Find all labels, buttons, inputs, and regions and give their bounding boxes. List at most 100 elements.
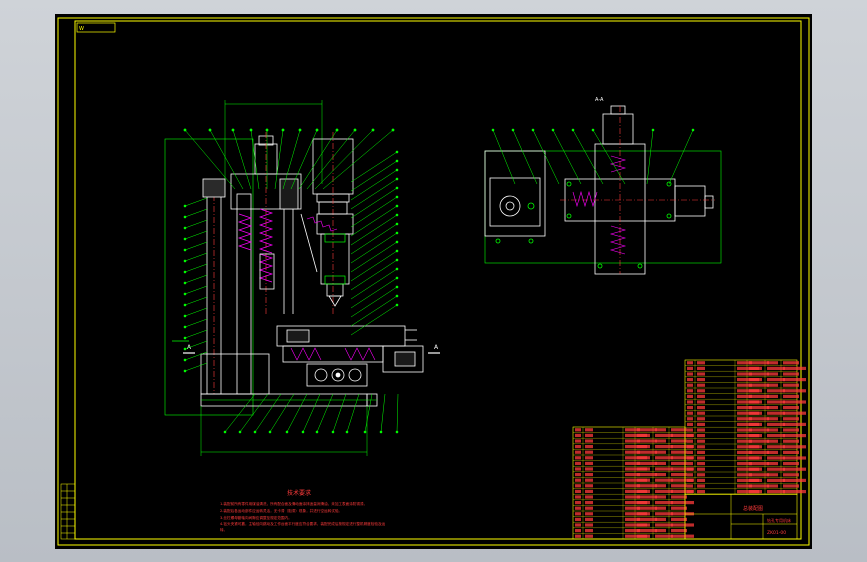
table-cell-text (749, 383, 769, 387)
tech-req-line-1: 1.装配前所有零件用煤油清洗，所有配合面及滑动面涂抹适量润滑油，未加工表面涂防锈… (220, 501, 367, 506)
table-cell-text (671, 501, 694, 505)
leader-dot (183, 369, 187, 373)
table-cell-text (655, 534, 673, 538)
leader-dot (183, 204, 187, 208)
leader-dot (395, 195, 399, 199)
table-cell-text (767, 366, 785, 370)
leader-line (286, 393, 308, 433)
table-cell-text (585, 484, 593, 488)
leader-dot (335, 128, 339, 132)
outer-frame (57, 17, 810, 546)
table-cell-text (767, 422, 785, 426)
parts-list-lower (572, 426, 694, 540)
leader-dot (691, 128, 695, 132)
table-cell-text (687, 428, 693, 432)
table-cell-text (697, 417, 705, 421)
table-cell-text (585, 456, 593, 460)
table-cell-text (783, 394, 799, 398)
table-cell-text (655, 439, 666, 443)
table-cell-text (637, 467, 650, 471)
table-cell-text (749, 439, 769, 443)
table-cell-text (585, 473, 593, 477)
table-cell-text (697, 383, 705, 387)
table-cell-text (575, 529, 581, 533)
leader-dot (395, 267, 399, 271)
leader-dot (183, 303, 187, 307)
leader-line (350, 214, 398, 246)
table-cell-text (697, 422, 705, 426)
leader-line (184, 219, 208, 229)
leader-dot (395, 276, 399, 280)
leader-line (350, 223, 398, 255)
view-label: A-A (595, 97, 604, 103)
table-cell-text (575, 517, 581, 521)
table-cell-text (749, 462, 769, 466)
table-cell-text (655, 501, 673, 505)
table-cell-text (585, 495, 593, 499)
table-cell-text (767, 400, 785, 404)
leader-dot (395, 249, 399, 253)
table-cell-text (783, 450, 799, 454)
technical-requirements: 技术要求 1.装配前所有零件用煤油清洗，所有配合面及滑动面涂抹适量润滑油，未加工… (220, 489, 386, 532)
table-cell-text (697, 467, 705, 471)
table-cell-text (697, 484, 705, 488)
leader-dot (268, 430, 272, 434)
table-cell-text (575, 478, 581, 482)
table-cell-text (637, 461, 657, 465)
table-cell-text (767, 490, 785, 494)
table-cell-text (749, 389, 762, 393)
table-cell-text (637, 512, 650, 516)
balloon-leaders-left (183, 128, 399, 434)
table-cell-text (783, 467, 806, 471)
table-cell-text (783, 406, 799, 410)
table-cell-text (749, 473, 769, 477)
table-cell-text (671, 450, 687, 454)
table-cell-text (687, 467, 693, 471)
leader-dot (331, 430, 335, 434)
table-cell-text (671, 428, 687, 432)
leader-dot (395, 303, 399, 307)
leader-line (302, 393, 321, 433)
table-cell-text (655, 495, 666, 499)
leader-dot (395, 258, 399, 262)
table-cell-text (767, 445, 785, 449)
table-cell-text (585, 428, 593, 432)
table-cell-text (585, 450, 593, 454)
table-cell-text (687, 411, 693, 415)
leader-dot (183, 347, 187, 351)
table-cell-text (671, 523, 694, 527)
table-cell-text (637, 501, 650, 505)
table-cell-text (767, 456, 785, 460)
leader-dot (238, 430, 242, 434)
leader-line (350, 151, 398, 183)
table-cell-text (687, 422, 693, 426)
title-block-subtitle: 钻孔专用机床 (767, 517, 791, 523)
table-cell-text (687, 439, 693, 443)
table-cell-text (697, 400, 705, 404)
leader-line (332, 393, 347, 433)
table-cell-text (687, 361, 693, 365)
leader-dot (651, 128, 655, 132)
table-cell-text (767, 439, 778, 443)
leader-line (184, 197, 208, 207)
leader-dot (208, 128, 212, 132)
leader-dot (511, 128, 515, 132)
title-block: 总装配图 钻孔专用机床 ZK01-00 (684, 493, 798, 540)
leader-dot (315, 430, 319, 434)
table-cell-text (767, 473, 778, 477)
leader-dot (395, 285, 399, 289)
table-cell-text (767, 406, 778, 410)
leader-line (184, 274, 208, 284)
leader-line (668, 129, 694, 185)
leader-dot (395, 213, 399, 217)
leader-dot (183, 270, 187, 274)
leader-line (552, 129, 582, 185)
leader-dot (395, 430, 399, 434)
table-cell-text (671, 534, 694, 538)
table-cell-text (697, 366, 705, 370)
table-cell-text (697, 428, 705, 432)
table-cell-text (767, 417, 778, 421)
table-cell-text (749, 478, 762, 482)
leader-dot (183, 325, 187, 329)
table-cell-text (749, 445, 762, 449)
